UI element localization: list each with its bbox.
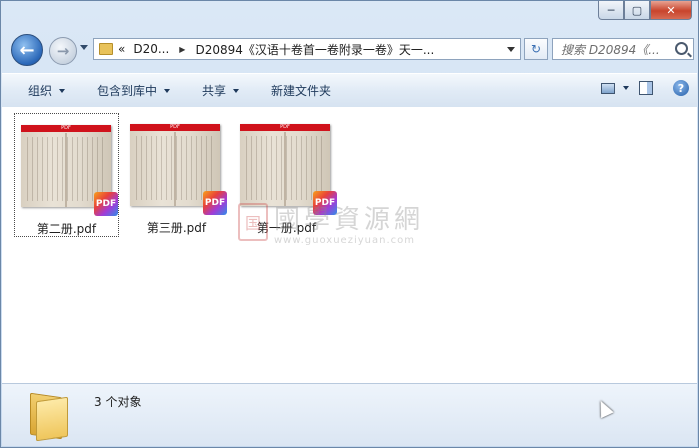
breadcrumb-item-current[interactable]: D20894《汉语十卷首一卷附录一卷》天一...: [195, 41, 434, 58]
help-icon[interactable]: ?: [673, 80, 689, 96]
file-list-pane[interactable]: PDF PDF 第二册.pdf PDF PDF 第三册.pdf PDF PDF …: [2, 107, 697, 383]
file-name[interactable]: 第三册.pdf: [124, 219, 229, 236]
pdf-file-icon: PDF: [203, 191, 227, 215]
chevron-down-icon: [59, 88, 66, 93]
watermark-seal-icon: 国: [238, 203, 268, 241]
search-icon[interactable]: [675, 42, 688, 55]
command-bar: 组织 包含到库中 共享 新建文件夹 ?: [2, 73, 697, 108]
breadcrumb-overflow[interactable]: «: [118, 42, 125, 56]
toolbar-right: ?: [601, 80, 689, 96]
pdf-file-icon: PDF: [94, 192, 118, 216]
pdf-header-bar: PDF: [240, 124, 330, 131]
breadcrumb-chevron-icon[interactable]: ▶: [179, 45, 185, 54]
page-fold: [65, 133, 67, 207]
navigation-bar: ← → « D20... ▶ D20894《汉语十卷首一卷附录一卷》天一... …: [7, 34, 694, 66]
preview-pane-icon[interactable]: [639, 81, 653, 95]
search-box[interactable]: [552, 38, 694, 60]
view-options-dropdown[interactable]: [623, 86, 629, 90]
address-dropdown-icon[interactable]: [507, 47, 515, 52]
recent-pages-dropdown[interactable]: [80, 45, 88, 50]
change-view-icon[interactable]: [601, 82, 615, 94]
details-pane: 3 个对象: [2, 383, 697, 446]
chevron-down-icon: [164, 88, 171, 93]
arrow-left-icon: ←: [19, 39, 35, 61]
pdf-header-bar: PDF: [21, 125, 111, 132]
new-folder-label: 新建文件夹: [271, 84, 332, 98]
arrow-right-icon: →: [56, 42, 70, 60]
maximize-button[interactable]: ▢: [624, 1, 650, 20]
file-name[interactable]: 第二册.pdf: [15, 220, 118, 237]
breadcrumb-item[interactable]: D20...: [133, 42, 169, 56]
minimize-button[interactable]: ─: [598, 1, 624, 20]
refresh-icon: ↻: [530, 42, 542, 56]
share-button[interactable]: 共享: [202, 82, 240, 99]
caption-buttons: ─ ▢ ✕: [598, 1, 692, 20]
address-bar[interactable]: « D20... ▶ D20894《汉语十卷首一卷附录一卷》天一...: [93, 38, 521, 60]
back-button[interactable]: ←: [11, 34, 43, 66]
file-item[interactable]: PDF PDF 第三册.pdf: [124, 113, 229, 237]
folder-icon: [99, 43, 113, 55]
refresh-button[interactable]: ↻: [524, 38, 548, 60]
share-label: 共享: [202, 84, 227, 98]
new-folder-button[interactable]: 新建文件夹: [271, 82, 331, 99]
item-count: 3 个对象: [94, 395, 142, 409]
watermark: 国 國學資源網 www.guoxueziyuan.com: [238, 201, 468, 251]
include-in-library-button[interactable]: 包含到库中: [97, 82, 171, 99]
folder-icon: [30, 392, 68, 442]
search-input[interactable]: [559, 40, 675, 60]
watermark-url: www.guoxueziyuan.com: [274, 235, 415, 246]
include-in-library-label: 包含到库中: [97, 84, 158, 98]
page-fold: [284, 132, 286, 206]
forward-button[interactable]: →: [49, 37, 77, 65]
file-item[interactable]: PDF PDF 第二册.pdf: [14, 113, 119, 237]
explorer-window: ─ ▢ ✕ ← → « D20... ▶ D20894《汉语十卷首一卷附录一卷》…: [0, 0, 699, 448]
chevron-down-icon: [233, 88, 240, 93]
page-fold: [174, 132, 176, 206]
pdf-header-bar: PDF: [130, 124, 220, 131]
organize-label: 组织: [28, 84, 53, 98]
watermark-title: 國學資源網: [274, 205, 425, 235]
close-button[interactable]: ✕: [650, 1, 692, 20]
organize-button[interactable]: 组织: [28, 82, 66, 99]
